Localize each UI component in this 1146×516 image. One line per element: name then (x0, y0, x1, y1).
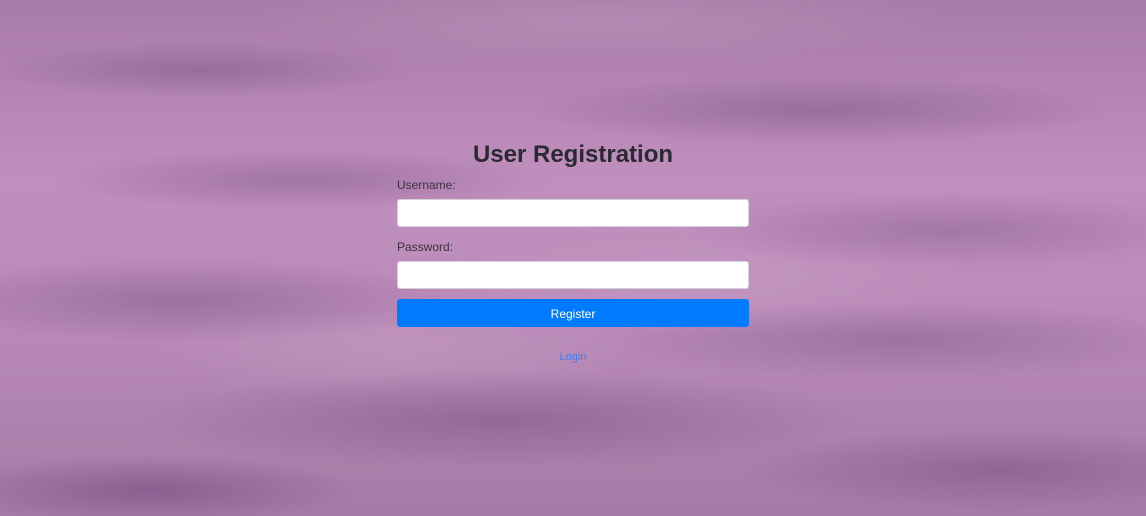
username-label: Username: (397, 178, 456, 192)
username-input[interactable] (397, 199, 749, 227)
login-link-row: Login (397, 347, 749, 365)
login-link[interactable]: Login (560, 351, 587, 363)
page-title: User Registration (472, 141, 674, 168)
register-button[interactable]: Register (397, 299, 749, 327)
registration-form: User Registration Username: Password: Re… (397, 140, 749, 365)
password-input[interactable] (397, 261, 749, 289)
password-label: Password: (397, 240, 454, 254)
